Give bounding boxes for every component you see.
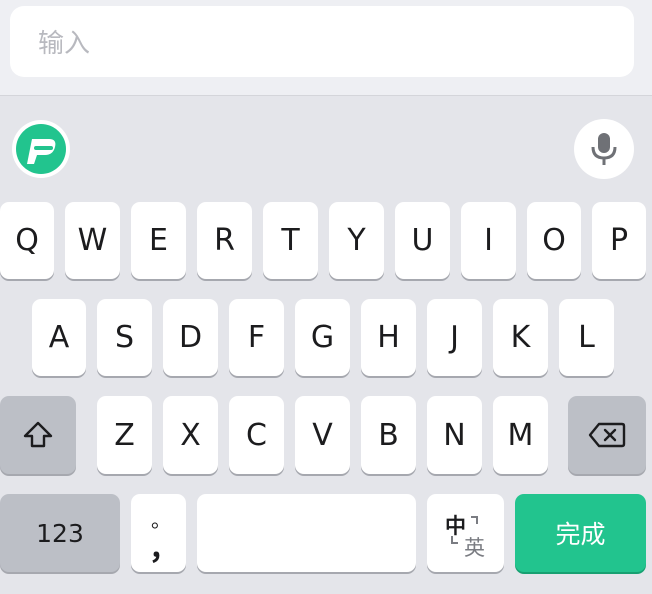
key-k[interactable]: K	[493, 299, 548, 376]
key-z[interactable]: Z	[97, 396, 152, 474]
delete-key[interactable]	[568, 396, 646, 474]
key-y[interactable]: Y	[329, 202, 384, 279]
key-q[interactable]: Q	[0, 202, 54, 279]
key-c[interactable]: C	[229, 396, 284, 474]
key-e[interactable]: E	[131, 202, 186, 279]
language-switch-key[interactable]: 中 英	[427, 494, 504, 572]
key-i[interactable]: I	[461, 202, 516, 279]
microphone-icon[interactable]	[574, 119, 634, 179]
key-j[interactable]: J	[427, 299, 482, 376]
key-o[interactable]: O	[527, 202, 581, 279]
key-m[interactable]: M	[493, 396, 548, 474]
key-w[interactable]: W	[65, 202, 120, 279]
key-r[interactable]: R	[197, 202, 252, 279]
key-u[interactable]: U	[395, 202, 450, 279]
key-p[interactable]: P	[592, 202, 646, 279]
punctuation-key[interactable]: 。 ，	[131, 494, 186, 572]
shift-key[interactable]	[0, 396, 76, 474]
key-g[interactable]: G	[295, 299, 350, 376]
key-d[interactable]: D	[163, 299, 218, 376]
done-button[interactable]: 完成	[515, 494, 646, 572]
key-h[interactable]: H	[361, 299, 416, 376]
shift-icon	[23, 421, 53, 448]
key-v[interactable]: V	[295, 396, 350, 474]
key-f[interactable]: F	[229, 299, 284, 376]
input-placeholder: 输入	[38, 29, 91, 59]
text-input[interactable]: 输入	[10, 6, 634, 77]
punct-comma: ，	[149, 532, 179, 567]
key-b[interactable]: B	[361, 396, 416, 474]
key-x[interactable]: X	[163, 396, 218, 474]
key-s[interactable]: S	[97, 299, 152, 376]
key-l[interactable]: L	[559, 299, 614, 376]
numbers-key[interactable]: 123	[0, 494, 120, 572]
key-t[interactable]: T	[263, 202, 318, 279]
key-n[interactable]: N	[427, 396, 482, 474]
space-key[interactable]	[197, 494, 416, 572]
app-logo-icon[interactable]	[12, 120, 70, 178]
backspace-icon	[588, 422, 626, 448]
switch-arrow-icon	[451, 516, 478, 544]
key-a[interactable]: A	[32, 299, 86, 376]
input-area: 输入	[0, 0, 652, 96]
